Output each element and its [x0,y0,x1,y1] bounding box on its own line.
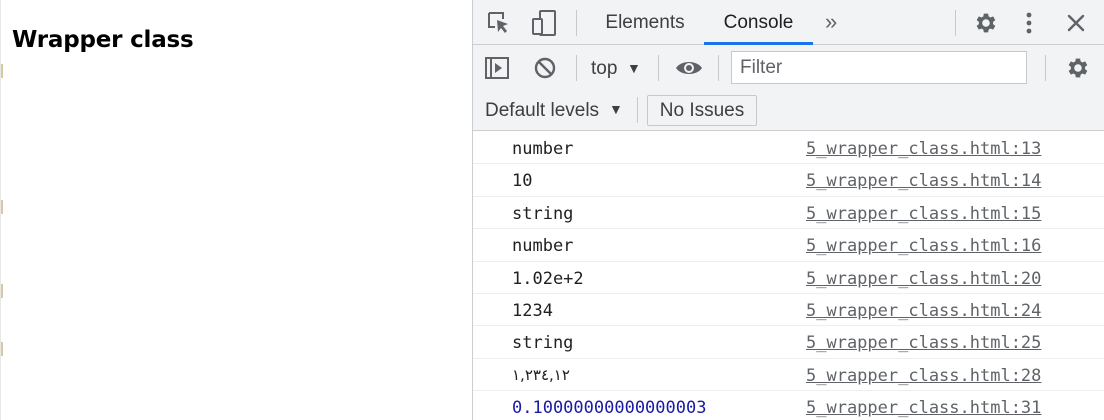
devtools-panel: Elements Console » top ▼ Filter Default … [472,0,1104,420]
log-source-link[interactable]: 5_wrapper_class.html:13 [806,139,1041,159]
edge-mark [1,342,3,356]
console-log-row: string 5_wrapper_class.html:25 [473,326,1104,359]
log-message: ١,٢٣٤,١٢ [512,365,570,384]
log-message: number [512,139,574,159]
toolbar-divider [718,55,719,81]
context-dropdown-arrow[interactable]: ▼ [627,60,641,76]
log-source-link[interactable]: 5_wrapper_class.html:15 [806,204,1041,224]
log-message: 1234 [512,300,553,321]
browser-viewport: Wrapper class Elements Console » top ▼ F… [0,0,1104,420]
console-log-row: 10 5_wrapper_class.html:14 [473,164,1104,197]
console-log-row: number 5_wrapper_class.html:13 [473,132,1104,165]
devtools-tab-bar: Elements Console » [473,0,1104,45]
console-log-row: string 5_wrapper_class.html:15 [473,197,1104,230]
edge-mark [1,284,3,298]
log-source-link[interactable]: 5_wrapper_class.html:25 [806,333,1041,353]
log-message: string [512,203,574,224]
log-message: string [512,333,574,354]
toolbar-divider [576,55,577,81]
toolbar-divider [637,97,638,123]
live-expression-icon[interactable] [673,55,705,81]
edge-mark [1,64,3,78]
log-message: 1.02e+2 [512,268,584,289]
log-message: 0.10000000000000003 [512,398,707,419]
log-source-link[interactable]: 5_wrapper_class.html:28 [806,366,1041,386]
page-edge-marks [1,0,3,420]
edge-mark [1,200,3,214]
toolbar-divider [955,10,956,36]
inspect-element-icon[interactable] [485,9,513,37]
console-log-row: 1.02e+2 5_wrapper_class.html:20 [473,262,1104,294]
tab-elements[interactable]: Elements [593,0,697,45]
log-message: number [512,236,574,257]
log-source-link[interactable]: 5_wrapper_class.html:24 [806,301,1041,321]
clear-console-icon[interactable] [532,55,558,81]
context-selector[interactable]: top [591,57,617,81]
more-tabs-button[interactable]: » [825,0,837,45]
console-settings-icon[interactable] [1063,54,1091,82]
log-source-link[interactable]: 5_wrapper_class.html:16 [806,236,1041,256]
log-message: 10 [512,171,533,192]
toolbar-divider [1045,55,1046,81]
page-heading: Wrapper class [12,27,194,53]
log-source-link[interactable]: 5_wrapper_class.html:20 [806,269,1041,289]
gear-icon[interactable] [971,9,999,37]
levels-dropdown-arrow[interactable]: ▼ [609,101,623,117]
toolbar-divider [576,10,577,36]
web-page-area: Wrapper class [0,0,472,420]
tab-console[interactable]: Console [704,0,813,45]
log-source-link[interactable]: 5_wrapper_class.html:31 [806,398,1041,418]
console-filter-input[interactable] [731,51,1027,84]
log-levels-dropdown[interactable]: Default levels [485,98,599,124]
console-log-row: 1234 5_wrapper_class.html:24 [473,294,1104,327]
log-source-link[interactable]: 5_wrapper_class.html:14 [806,171,1041,191]
close-icon[interactable] [1063,10,1089,36]
console-messages: number 5_wrapper_class.html:13 10 5_wrapper… [473,132,1104,420]
toolbar-divider [658,55,659,81]
console-log-row: ١,٢٣٤,١٢ 5_wrapper_class.html:28 [473,359,1104,392]
issues-button[interactable]: No Issues [647,95,757,126]
show-sidebar-icon[interactable] [483,55,511,81]
console-log-row: number 5_wrapper_class.html:16 [473,229,1104,262]
console-log-row: 0.10000000000000003 5_wrapper_class.html:… [473,391,1104,420]
device-toolbar-icon[interactable] [529,8,559,38]
kebab-menu-icon[interactable] [1019,9,1039,37]
